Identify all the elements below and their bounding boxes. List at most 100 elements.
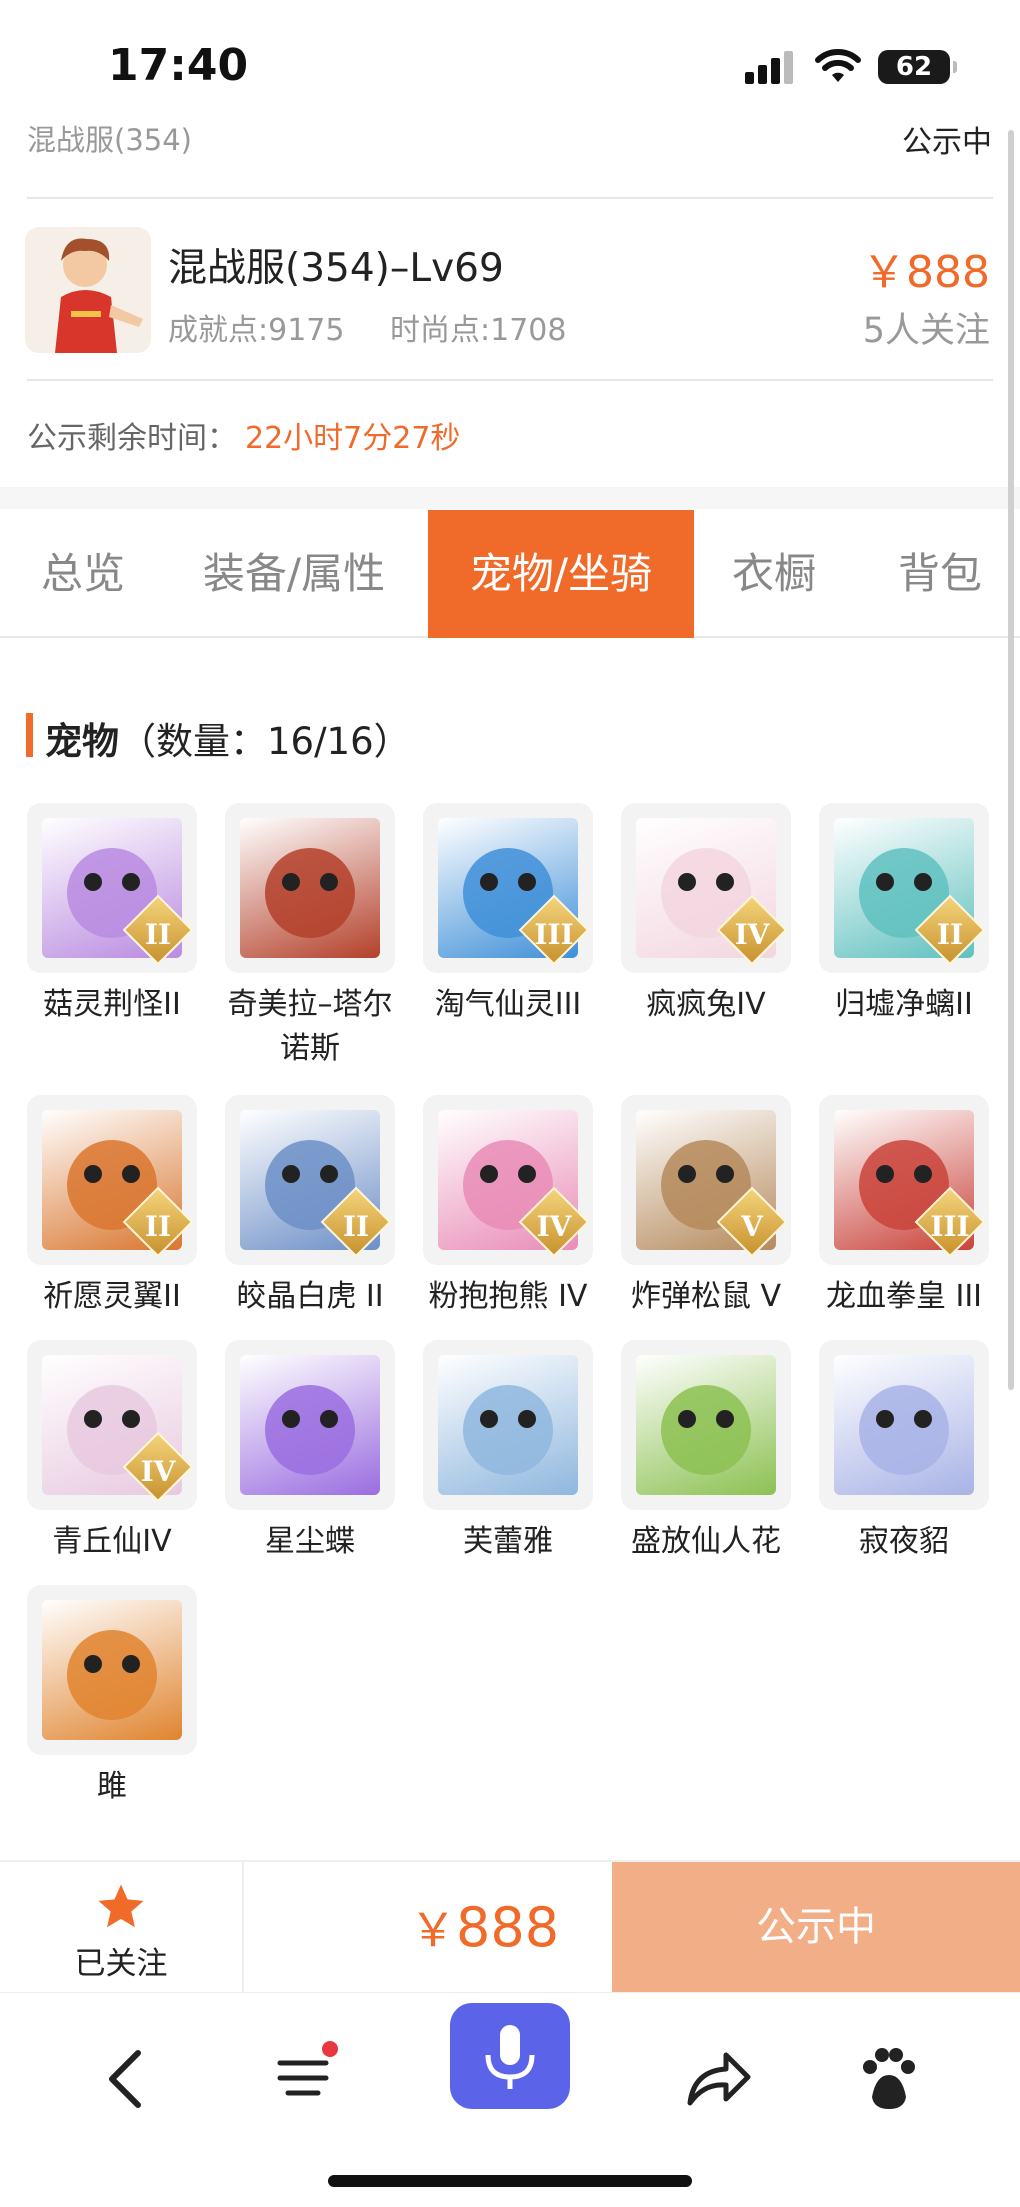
pet-eye [876, 1410, 894, 1428]
pet-name: 奇美拉–塔尔诺斯 [227, 987, 393, 1066]
pet-card[interactable]: V [621, 1095, 791, 1265]
star-icon [98, 1884, 144, 1928]
wifi-icon [815, 49, 861, 82]
character-avatar[interactable] [25, 227, 151, 353]
pet-eye [282, 1410, 300, 1428]
status-label: 公示中 [902, 125, 992, 160]
grade-badge-label: II [144, 918, 172, 951]
pet-item[interactable]: IV 粉抱抱熊 IV [423, 1095, 593, 1319]
pet-name: 菇灵荆怪II [43, 987, 181, 1022]
pet-card[interactable] [819, 1340, 989, 1510]
divider [27, 197, 993, 199]
back-icon[interactable] [72, 2023, 182, 2133]
pet-eye [320, 873, 338, 891]
pet-card[interactable]: III [819, 1095, 989, 1265]
pet-name: 归墟净螭II [835, 987, 973, 1022]
pet-card[interactable]: IV [621, 803, 791, 973]
grade-badge-label: III [930, 1210, 970, 1243]
pet-figure [463, 1385, 553, 1475]
pet-name: 盛放仙人花 [631, 1524, 781, 1559]
pet-name: 祈愿灵翼II [43, 1279, 181, 1314]
pet-card[interactable]: II [27, 803, 197, 973]
pet-card[interactable]: II [819, 803, 989, 973]
follower-count: 5人关注 [862, 311, 990, 351]
section-name: 宠物 [45, 720, 119, 763]
tab-overview[interactable]: 总览 [18, 510, 148, 638]
grade-badge-label: V [741, 1210, 763, 1243]
mic-icon [485, 2025, 535, 2089]
achievement-points: 成就点:9175 [168, 313, 345, 348]
pet-name: 寂夜貂 [859, 1524, 949, 1559]
pet-item[interactable]: III 淘气仙灵III [423, 803, 593, 1027]
tab-pets-mounts[interactable]: 宠物/坐骑 [428, 510, 694, 638]
pet-name: 青丘仙IV [52, 1524, 172, 1559]
character-title: 混战服(354)–Lv69 [168, 246, 504, 291]
pet-card[interactable] [27, 1585, 197, 1755]
pet-eye [518, 873, 536, 891]
pet-item[interactable]: 雎 [27, 1585, 197, 1809]
pet-card[interactable] [225, 803, 395, 973]
pet-eye [518, 1165, 536, 1183]
tab-backpack[interactable]: 背包 [880, 510, 1000, 638]
scrollbar[interactable] [1008, 130, 1014, 1390]
pet-item[interactable]: IV 青丘仙IV [27, 1340, 197, 1564]
section-gap [0, 487, 1020, 509]
status-bar: 17:40 62 [0, 0, 1020, 125]
grade-badge-label: II [144, 1210, 172, 1243]
signal-icon [745, 50, 795, 84]
pet-name: 皎晶白虎 II [236, 1279, 384, 1314]
pet-name: 芙蕾雅 [463, 1524, 553, 1559]
pet-item[interactable]: III 龙血拳皇 III [819, 1095, 989, 1319]
pet-eye [122, 873, 140, 891]
pet-name: 星尘蝶 [265, 1524, 355, 1559]
menu-icon[interactable] [248, 2023, 358, 2133]
pet-eye [480, 873, 498, 891]
pet-eye [678, 873, 696, 891]
pet-item[interactable]: 芙蕾雅 [423, 1340, 593, 1564]
bottom-price-value: 888 [456, 1896, 560, 1959]
pet-item[interactable]: V 炸弹松鼠 V [621, 1095, 791, 1319]
mic-button[interactable] [450, 2003, 570, 2109]
pet-portrait [834, 1355, 974, 1495]
pet-name: 淘气仙灵III [434, 987, 582, 1022]
pet-eye [480, 1410, 498, 1428]
pet-eye [84, 1655, 102, 1673]
pet-card[interactable]: IV [423, 1095, 593, 1265]
pet-card[interactable]: II [27, 1095, 197, 1265]
bottom-action-bar: 已关注 ￥888 公示中 [0, 1860, 1020, 1992]
pet-item[interactable]: II 皎晶白虎 II [225, 1095, 395, 1319]
pet-eye [914, 1165, 932, 1183]
pet-item[interactable]: II 菇灵荆怪II [27, 803, 197, 1027]
pet-card[interactable]: II [225, 1095, 395, 1265]
publicity-status-button[interactable]: 公示中 [612, 1862, 1020, 1992]
pet-card[interactable] [621, 1340, 791, 1510]
pet-item[interactable]: II 归墟净螭II [819, 803, 989, 1027]
tab-wardrobe[interactable]: 衣橱 [714, 510, 834, 638]
pet-card[interactable]: IV [27, 1340, 197, 1510]
home-indicator [328, 2175, 692, 2187]
pet-item[interactable]: IV 疯疯兔IV [621, 803, 791, 1027]
follow-button[interactable]: 已关注 [0, 1862, 242, 1992]
pet-eye [678, 1165, 696, 1183]
pet-card[interactable] [225, 1340, 395, 1510]
pet-item[interactable]: 寂夜貂 [819, 1340, 989, 1564]
pet-card[interactable]: III [423, 803, 593, 973]
pet-item[interactable]: 星尘蝶 [225, 1340, 395, 1564]
grade-badge-label: II [342, 1210, 370, 1243]
pet-item[interactable]: II 祈愿灵翼II [27, 1095, 197, 1319]
pet-portrait [636, 1355, 776, 1495]
pet-eye [876, 1165, 894, 1183]
pet-eye [914, 1410, 932, 1428]
tab-equipment[interactable]: 装备/属性 [182, 510, 406, 638]
pet-eye [716, 873, 734, 891]
pet-eye [518, 1410, 536, 1428]
grade-badge-label: IV [140, 1455, 176, 1488]
pet-item[interactable]: 奇美拉–塔尔诺斯 [225, 803, 395, 1071]
pet-card[interactable] [423, 1340, 593, 1510]
pet-portrait [438, 1355, 578, 1495]
fashion-points: 时尚点:1708 [390, 313, 567, 348]
pet-eye [282, 873, 300, 891]
share-icon[interactable] [660, 2023, 770, 2133]
baidu-icon[interactable] [832, 2023, 942, 2133]
pet-item[interactable]: 盛放仙人花 [621, 1340, 791, 1564]
